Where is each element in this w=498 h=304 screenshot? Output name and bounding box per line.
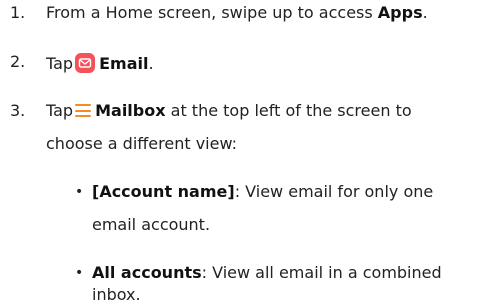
bullet-text-line-2: inbox. [92,285,141,304]
step-number: 3. [10,101,26,120]
step-text: Tap Email. [46,53,154,73]
step-number: 2. [10,52,26,71]
bullet-text: All accounts: View all email in a combin… [92,264,442,282]
bullet-text: [Account name]: View email for only one [92,183,433,201]
step-text-after: . [148,54,154,73]
email-label: Email [99,54,149,73]
step-text-before: Tap [46,54,74,73]
mailbox-label: Mailbox [95,101,166,120]
all-accounts-label: All accounts [92,263,202,282]
step-text-after: at the top left of the screen to [165,101,412,120]
step-text: Tap Mailbox at the top left of the screen… [46,102,412,120]
step-number: 1. [10,3,26,22]
bullet-text-line-2: email account. [92,215,211,234]
apps-label: Apps [377,3,423,22]
step-text-after: . [422,3,428,22]
email-app-icon [75,53,96,73]
step-text: From a Home screen, swipe up to access A… [46,4,428,22]
menu-icon [75,103,92,118]
bullet-description: : View email for only one [234,182,434,201]
step-text-before: From a Home screen, swipe up to access [46,3,378,22]
account-name-label: [Account name] [92,182,235,201]
step-text-line-2: choose a different view: [46,134,238,153]
step-text-before: Tap [46,101,74,120]
bullet-dot: • [75,265,84,281]
bullet-description: : View all email in a combined [201,263,442,282]
bullet-dot: • [75,184,84,200]
